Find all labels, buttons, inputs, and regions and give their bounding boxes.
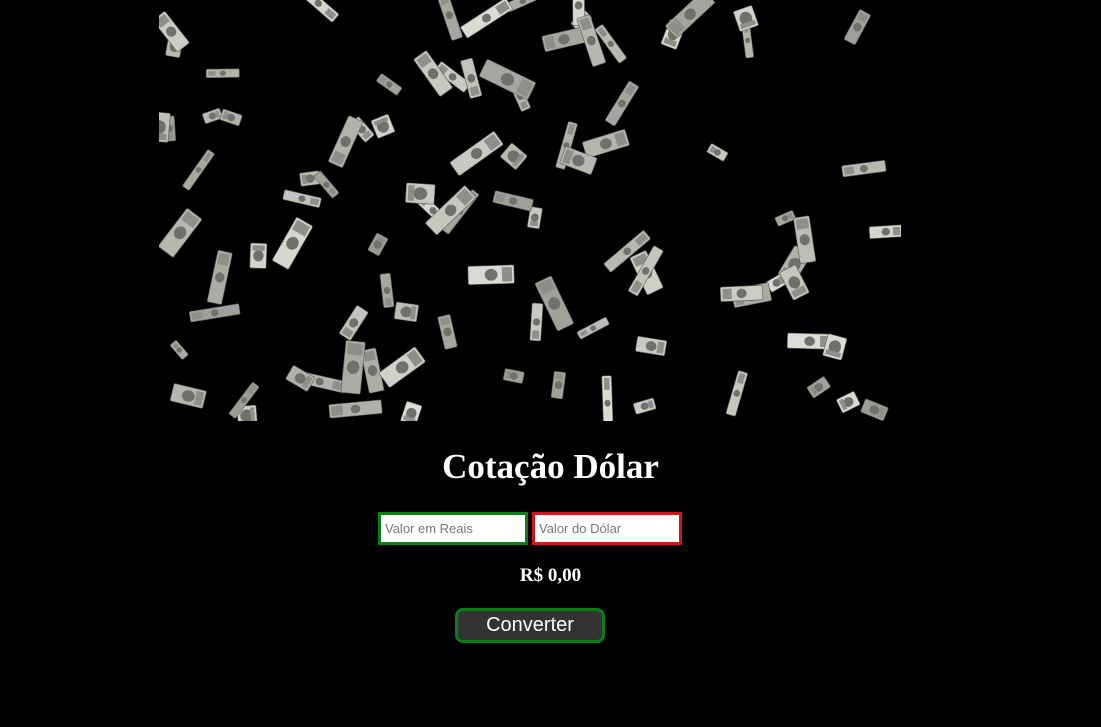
money-bill (437, 314, 458, 350)
money-bill (297, 0, 339, 23)
money-bill (550, 371, 567, 400)
money-bill (492, 190, 534, 212)
money-bill (405, 182, 436, 205)
money-bill (449, 131, 504, 176)
money-bill (719, 285, 764, 302)
money-bill (378, 346, 426, 388)
money-bill (182, 149, 215, 191)
money-bill (188, 303, 241, 323)
money-bill (868, 224, 901, 239)
money-bill (479, 59, 536, 100)
dolar-input[interactable] (532, 512, 682, 545)
money-bill (169, 383, 207, 409)
money-bill (706, 143, 729, 162)
money-bill (605, 80, 639, 126)
money-bill (367, 232, 389, 256)
money-bill (774, 210, 796, 227)
money-bill (376, 73, 402, 96)
money-bill (379, 272, 395, 309)
currency-inputs (378, 512, 684, 545)
money-bill (272, 217, 313, 270)
money-bill (541, 26, 587, 52)
money-bill (725, 370, 748, 417)
money-bill (601, 375, 614, 421)
money-bill (159, 208, 202, 258)
money-bill (503, 368, 525, 384)
money-bill (844, 9, 871, 45)
reais-input[interactable] (378, 512, 528, 545)
converted-result: R$ 0,00 (519, 565, 582, 586)
money-bill (576, 317, 610, 340)
money-bill (393, 301, 419, 323)
money-bill (205, 68, 240, 79)
money-bill (836, 391, 861, 414)
money-bill (159, 11, 190, 52)
money-bill (170, 340, 189, 360)
money-bill (219, 108, 243, 126)
money-bill (370, 114, 395, 139)
money-bill (400, 401, 423, 421)
money-bill (282, 189, 322, 208)
money-bill (328, 115, 363, 168)
money-bill (467, 264, 515, 285)
money-bill (665, 0, 715, 39)
money-bill (500, 143, 528, 170)
money-bill (285, 365, 316, 392)
money-bill (207, 250, 233, 305)
money-bill (635, 336, 668, 357)
money-bill (249, 242, 268, 269)
money-bill (460, 0, 513, 39)
money-bill (340, 340, 366, 395)
money-bill (841, 160, 887, 178)
money-bill (806, 376, 831, 398)
money-bill (328, 399, 383, 419)
money-bill (202, 108, 223, 124)
page-title: Cotação Dólar (442, 447, 659, 486)
convert-button[interactable]: Converter (455, 608, 605, 643)
falling-money-illustration (159, 0, 901, 421)
money-bill (529, 302, 544, 342)
money-bill (860, 398, 889, 421)
money-bill (436, 0, 463, 41)
money-bill (582, 129, 630, 159)
hero-image-falling-money (159, 0, 901, 421)
money-bill (733, 5, 759, 32)
money-bill (633, 397, 657, 415)
money-bill (339, 305, 369, 341)
